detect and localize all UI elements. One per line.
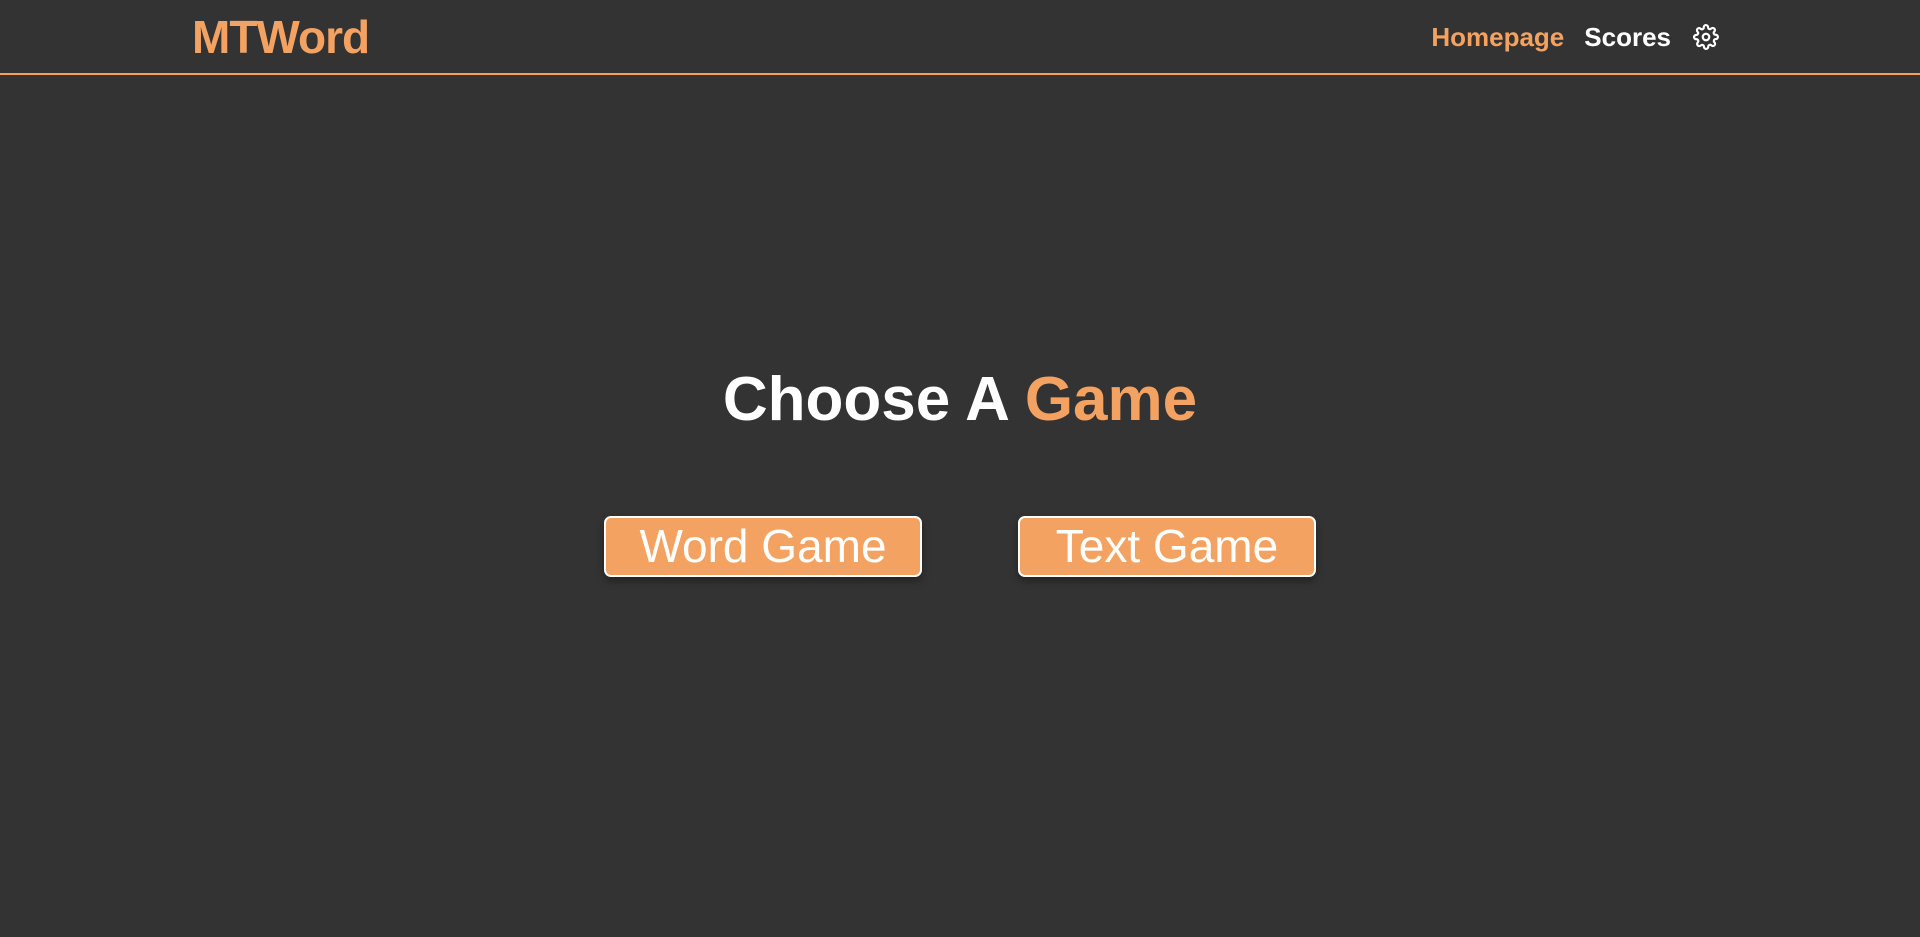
navbar: MTWord Homepage Scores — [0, 0, 1920, 75]
nav-links: Homepage Scores — [1411, 20, 1720, 54]
page-title-prefix: Choose A — [722, 365, 1008, 434]
logo[interactable]: MTWord — [192, 9, 370, 65]
page-title: Choose A Game — [0, 362, 1920, 438]
nav-homepage-link[interactable]: Homepage — [1431, 20, 1564, 54]
gear-icon[interactable] — [1692, 23, 1720, 51]
page-title-accent: Game — [1024, 365, 1198, 434]
text-game-button[interactable]: Text Game — [1018, 516, 1316, 577]
nav-scores-link[interactable]: Scores — [1584, 20, 1671, 54]
word-game-button[interactable]: Word Game — [604, 516, 922, 577]
